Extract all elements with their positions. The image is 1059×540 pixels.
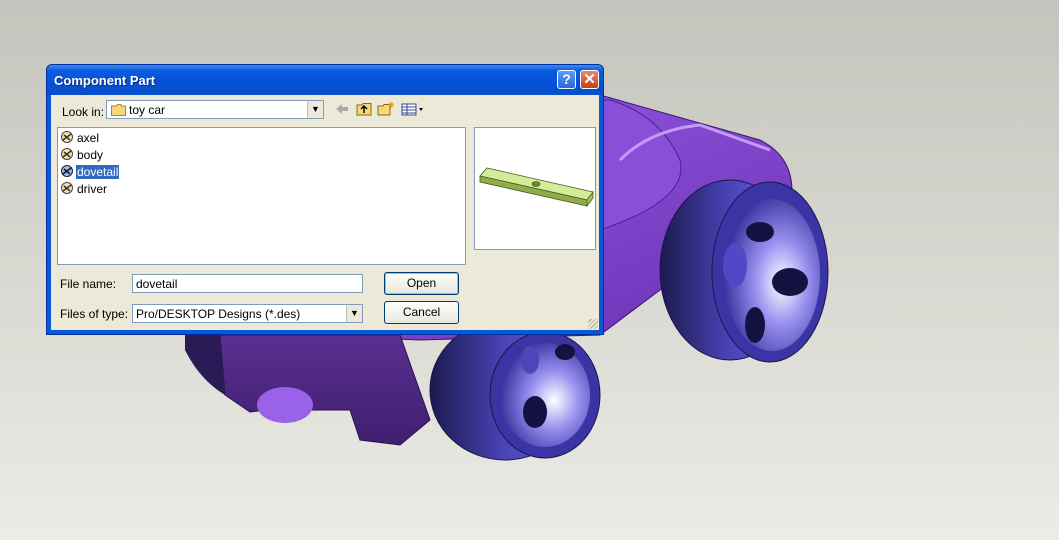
design-file-icon xyxy=(61,148,73,160)
look-in-value: toy car xyxy=(129,103,166,117)
dialog-title: Component Part xyxy=(54,73,156,88)
design-file-icon xyxy=(61,165,73,177)
look-in-dropdown[interactable]: toy car ▼ xyxy=(106,100,324,119)
chevron-down-icon[interactable]: ▼ xyxy=(307,101,323,118)
files-of-type-value: Pro/DESKTOP Designs (*.des) xyxy=(136,307,301,321)
design-file-icon xyxy=(61,182,73,194)
files-of-type-dropdown[interactable]: Pro/DESKTOP Designs (*.des) ▼ xyxy=(132,304,363,323)
view-menu-icon[interactable] xyxy=(401,102,427,118)
file-list[interactable]: axel body dovetail driver xyxy=(57,127,466,265)
preview-pane xyxy=(474,127,596,250)
component-part-dialog: Component Part ? ✕ Look in: toy car ▼ ax… xyxy=(46,64,604,335)
front-wheel xyxy=(429,319,601,461)
dialog-title-bar[interactable]: Component Part ? ✕ xyxy=(47,65,603,95)
chevron-down-icon[interactable]: ▼ xyxy=(346,305,362,322)
design-file-icon xyxy=(61,131,73,143)
help-button[interactable]: ? xyxy=(557,70,576,89)
cad-viewport[interactable]: Component Part ? ✕ Look in: toy car ▼ ax… xyxy=(0,0,1059,540)
file-name: dovetail xyxy=(74,164,121,180)
dovetail-preview-image xyxy=(479,167,594,208)
resize-grip[interactable] xyxy=(588,319,598,329)
file-name: body xyxy=(77,148,104,162)
file-name-field[interactable]: dovetail xyxy=(132,274,363,293)
close-button[interactable]: ✕ xyxy=(580,70,599,89)
file-name: axel xyxy=(77,131,100,145)
cancel-button[interactable]: Cancel xyxy=(384,301,459,324)
file-name-field-value: dovetail xyxy=(136,277,178,291)
dialog-body: Look in: toy car ▼ axel body dovetail dr… xyxy=(51,95,599,330)
up-folder-icon[interactable] xyxy=(355,102,373,118)
open-button[interactable]: Open xyxy=(384,272,459,295)
files-of-type-label: Files of type: xyxy=(60,307,129,321)
back-arrow-icon[interactable] xyxy=(333,102,351,118)
folder-icon xyxy=(111,104,126,116)
look-in-label: Look in: xyxy=(62,105,105,119)
rear-wheel xyxy=(659,179,829,363)
new-folder-icon[interactable] xyxy=(377,102,395,118)
file-name-label: File name: xyxy=(60,277,117,291)
file-name: driver xyxy=(77,182,108,196)
